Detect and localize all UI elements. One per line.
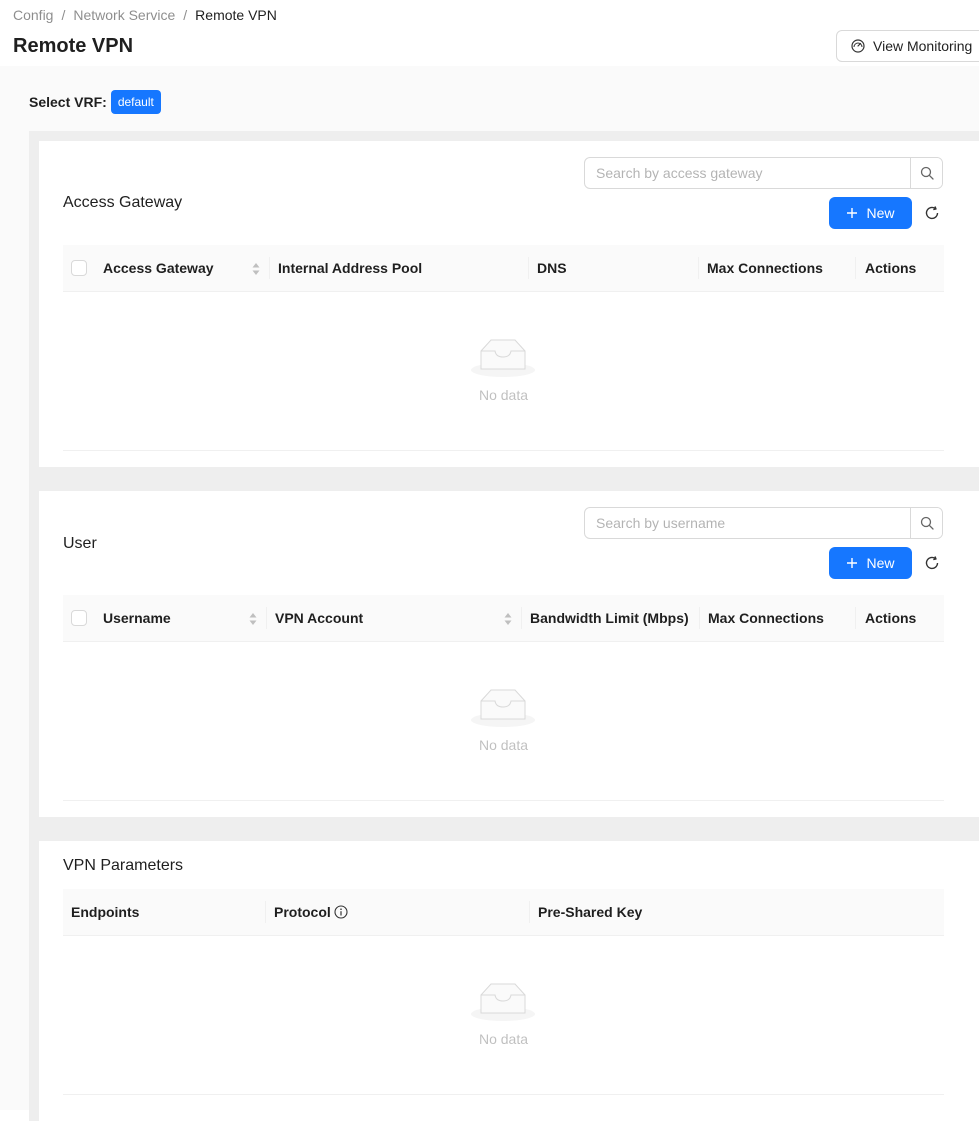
empty-text: No data bbox=[478, 387, 529, 403]
vpn-parameters-table-header: Endpoints Protocol Pre-Shared Key bbox=[63, 889, 944, 936]
breadcrumb-network-service[interactable]: Network Service bbox=[73, 6, 175, 24]
page-title: Remote VPN bbox=[13, 35, 134, 57]
column-header: Max Connections bbox=[708, 610, 824, 626]
new-label: New bbox=[866, 205, 895, 221]
sort-icon[interactable] bbox=[248, 611, 258, 627]
vrf-tag[interactable]: default bbox=[110, 90, 161, 114]
column-header: VPN Account bbox=[275, 610, 364, 626]
new-access-gateway-button[interactable]: New bbox=[829, 197, 912, 229]
search-button[interactable] bbox=[910, 508, 942, 538]
empty-inbox-icon bbox=[471, 983, 535, 1021]
select-all-checkbox[interactable] bbox=[71, 610, 87, 626]
column-header: Internal Address Pool bbox=[278, 260, 423, 276]
column-header: DNS bbox=[537, 260, 567, 276]
vpn-parameters-card: VPN Parameters Endpoints Protocol Pre-Sh… bbox=[39, 841, 979, 1121]
breadcrumb: Config / Network Service / Remote VPN bbox=[13, 6, 277, 24]
vrf-label: Select VRF: bbox=[29, 94, 107, 110]
column-header: Endpoints bbox=[71, 904, 140, 920]
new-label: New bbox=[866, 555, 895, 571]
column-header: Actions bbox=[865, 260, 917, 276]
plus-icon bbox=[846, 557, 858, 569]
info-icon[interactable] bbox=[334, 905, 348, 919]
view-monitoring-button[interactable]: View Monitoring bbox=[836, 30, 979, 62]
cards-container: Access Gateway New Access Gateway Intern… bbox=[29, 131, 979, 1121]
breadcrumb-config[interactable]: Config bbox=[13, 6, 53, 24]
column-header: Pre-Shared Key bbox=[538, 904, 643, 920]
empty-text: No data bbox=[478, 737, 529, 753]
user-table-header: Username VPN Account Bandwidth Limit (Mb… bbox=[63, 595, 944, 642]
column-header: Protocol bbox=[274, 904, 331, 920]
column-header: Bandwidth Limit (Mbps) bbox=[530, 610, 689, 626]
vrf-selector: Select VRF: default bbox=[29, 90, 161, 114]
breadcrumb-separator: / bbox=[183, 7, 188, 23]
access-gateway-card: Access Gateway New Access Gateway Intern… bbox=[39, 141, 979, 467]
sort-icon[interactable] bbox=[251, 261, 261, 277]
column-header: Max Connections bbox=[707, 260, 823, 276]
search-button[interactable] bbox=[910, 158, 942, 188]
user-search-input[interactable] bbox=[585, 508, 910, 538]
access-gateway-search bbox=[584, 157, 943, 189]
empty-text: No data bbox=[478, 1031, 529, 1047]
search-icon bbox=[920, 516, 934, 530]
search-icon bbox=[920, 166, 934, 180]
new-user-button[interactable]: New bbox=[829, 547, 912, 579]
column-header: Actions bbox=[865, 610, 917, 626]
breadcrumb-separator: / bbox=[61, 7, 66, 23]
user-search bbox=[584, 507, 943, 539]
select-all-checkbox[interactable] bbox=[71, 260, 87, 276]
protocol-column-header: Protocol bbox=[274, 889, 348, 935]
user-title: User bbox=[63, 535, 97, 552]
vpn-parameters-title: VPN Parameters bbox=[63, 857, 184, 874]
breadcrumb-current: Remote VPN bbox=[195, 7, 277, 23]
refresh-icon[interactable] bbox=[923, 554, 941, 572]
dashboard-icon bbox=[851, 39, 865, 53]
user-card: User New Username VPN Account Bandwidth … bbox=[39, 491, 979, 817]
view-monitoring-label: View Monitoring bbox=[873, 38, 973, 54]
refresh-icon[interactable] bbox=[923, 204, 941, 222]
empty-inbox-icon bbox=[471, 339, 535, 377]
access-gateway-table-header: Access Gateway Internal Address Pool DNS… bbox=[63, 245, 944, 292]
column-header: Username bbox=[103, 610, 171, 626]
plus-icon bbox=[846, 207, 858, 219]
access-gateway-title: Access Gateway bbox=[63, 194, 183, 211]
column-header: Access Gateway bbox=[103, 260, 214, 276]
empty-inbox-icon bbox=[471, 689, 535, 727]
sort-icon[interactable] bbox=[503, 611, 513, 627]
access-gateway-search-input[interactable] bbox=[585, 158, 910, 188]
